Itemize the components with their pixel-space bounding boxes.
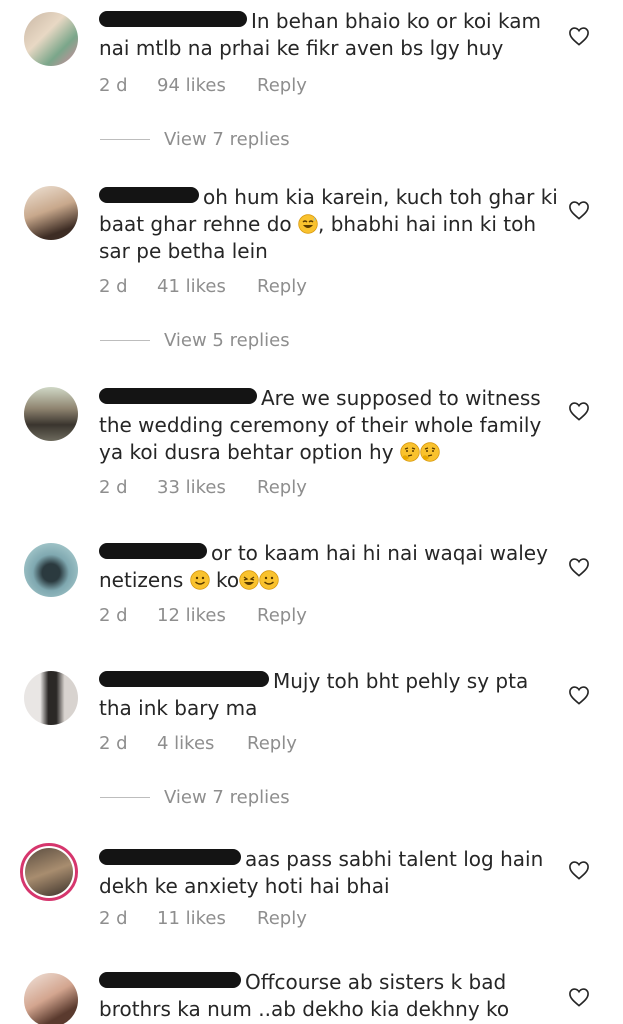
comment-age: 2 d bbox=[99, 276, 128, 297]
avatar[interactable] bbox=[24, 543, 78, 597]
heart-icon[interactable] bbox=[568, 987, 590, 1007]
avatar-image bbox=[25, 848, 73, 896]
redacted-username bbox=[99, 543, 207, 559]
view-replies-button[interactable]: View 7 replies bbox=[100, 787, 290, 808]
comment-age: 2 d bbox=[99, 75, 128, 96]
smiling-emoji bbox=[190, 570, 210, 590]
comment-text: aas pass sabhi talent log hain dekh ke a… bbox=[99, 847, 544, 898]
view-replies-label: View 5 replies bbox=[164, 330, 290, 351]
redacted-username bbox=[99, 11, 247, 27]
comment-item: Are we supposed to witness the wedding c… bbox=[0, 385, 623, 505]
redacted-username bbox=[99, 849, 241, 865]
comment-text: or to kaam hai hi nai waqai waley netize… bbox=[99, 541, 548, 592]
redacted-username bbox=[99, 671, 269, 687]
heart-icon[interactable] bbox=[568, 401, 590, 421]
redacted-username bbox=[99, 187, 199, 203]
reply-button[interactable]: Reply bbox=[257, 477, 307, 498]
like-count[interactable]: 33 likes bbox=[157, 477, 257, 498]
comment-age: 2 d bbox=[99, 605, 128, 626]
avatar[interactable] bbox=[24, 12, 78, 66]
like-count[interactable]: 41 likes bbox=[157, 276, 257, 297]
like-count[interactable]: 11 likes bbox=[157, 908, 257, 929]
comment-item: oh hum kia karein, kuch toh ghar ki baat… bbox=[0, 180, 623, 360]
comment-meta: 2 d 94 likes Reply bbox=[99, 75, 307, 96]
avatar[interactable] bbox=[24, 387, 78, 441]
comment-text: oh hum kia karein, kuch toh ghar ki baat… bbox=[99, 185, 558, 263]
divider bbox=[100, 340, 150, 341]
comment-text: Mujy toh bht pehly sy pta tha ink bary m… bbox=[99, 669, 529, 720]
comment-item: or to kaam hai hi nai waqai waley netize… bbox=[0, 540, 623, 640]
view-replies-label: View 7 replies bbox=[164, 129, 290, 150]
comment-age: 2 d bbox=[99, 908, 128, 929]
redacted-username bbox=[99, 972, 241, 988]
comment-meta: 2 d 11 likes Reply bbox=[99, 908, 307, 929]
reply-button[interactable]: Reply bbox=[247, 733, 297, 754]
view-replies-button[interactable]: View 5 replies bbox=[100, 330, 290, 351]
comment-meta: 2 d 4 likes Reply bbox=[99, 733, 297, 754]
heart-icon[interactable] bbox=[568, 200, 590, 220]
reply-button[interactable]: Reply bbox=[257, 75, 307, 96]
reply-button[interactable]: Reply bbox=[257, 605, 307, 626]
comment-age: 2 d bbox=[99, 733, 128, 754]
comment-item: Mujy toh bht pehly sy pta tha ink bary m… bbox=[0, 668, 623, 818]
smiling-emoji bbox=[259, 570, 279, 590]
like-count[interactable]: 12 likes bbox=[157, 605, 257, 626]
comment-item: In behan bhaio ko or koi kam nai mtlb na… bbox=[0, 0, 623, 160]
redacted-username bbox=[99, 388, 257, 404]
comment-text: Are we supposed to witness the wedding c… bbox=[99, 386, 542, 464]
laughing-emoji bbox=[239, 570, 259, 590]
like-count[interactable]: 94 likes bbox=[157, 75, 257, 96]
avatar[interactable] bbox=[20, 843, 78, 901]
avatar[interactable] bbox=[24, 671, 78, 725]
heart-icon[interactable] bbox=[568, 26, 590, 46]
divider bbox=[100, 139, 150, 140]
view-replies-label: View 7 replies bbox=[164, 787, 290, 808]
comment-item: aas pass sabhi talent log hain dekh ke a… bbox=[0, 842, 623, 952]
comment-text: In behan bhaio ko or koi kam nai mtlb na… bbox=[99, 9, 541, 60]
grinning-sweat-emoji bbox=[298, 214, 318, 234]
comment-age: 2 d bbox=[99, 477, 128, 498]
reply-button[interactable]: Reply bbox=[257, 276, 307, 297]
comment-meta: 2 d 33 likes Reply bbox=[99, 477, 307, 498]
comment-meta: 2 d 41 likes Reply bbox=[99, 276, 307, 297]
avatar[interactable] bbox=[24, 186, 78, 240]
heart-icon[interactable] bbox=[568, 685, 590, 705]
heart-icon[interactable] bbox=[568, 860, 590, 880]
avatar[interactable] bbox=[24, 973, 78, 1024]
like-count[interactable]: 4 likes bbox=[157, 733, 247, 754]
reply-button[interactable]: Reply bbox=[257, 908, 307, 929]
thinking-emoji bbox=[400, 442, 420, 462]
comment-meta: 2 d 12 likes Reply bbox=[99, 605, 307, 626]
thinking-emoji bbox=[420, 442, 440, 462]
comment-item: Offcourse ab sisters k bad brothrs ka nu… bbox=[0, 965, 623, 1024]
comment-text: Offcourse ab sisters k bad brothrs ka nu… bbox=[99, 970, 510, 1021]
heart-icon[interactable] bbox=[568, 557, 590, 577]
view-replies-button[interactable]: View 7 replies bbox=[100, 129, 290, 150]
divider bbox=[100, 797, 150, 798]
